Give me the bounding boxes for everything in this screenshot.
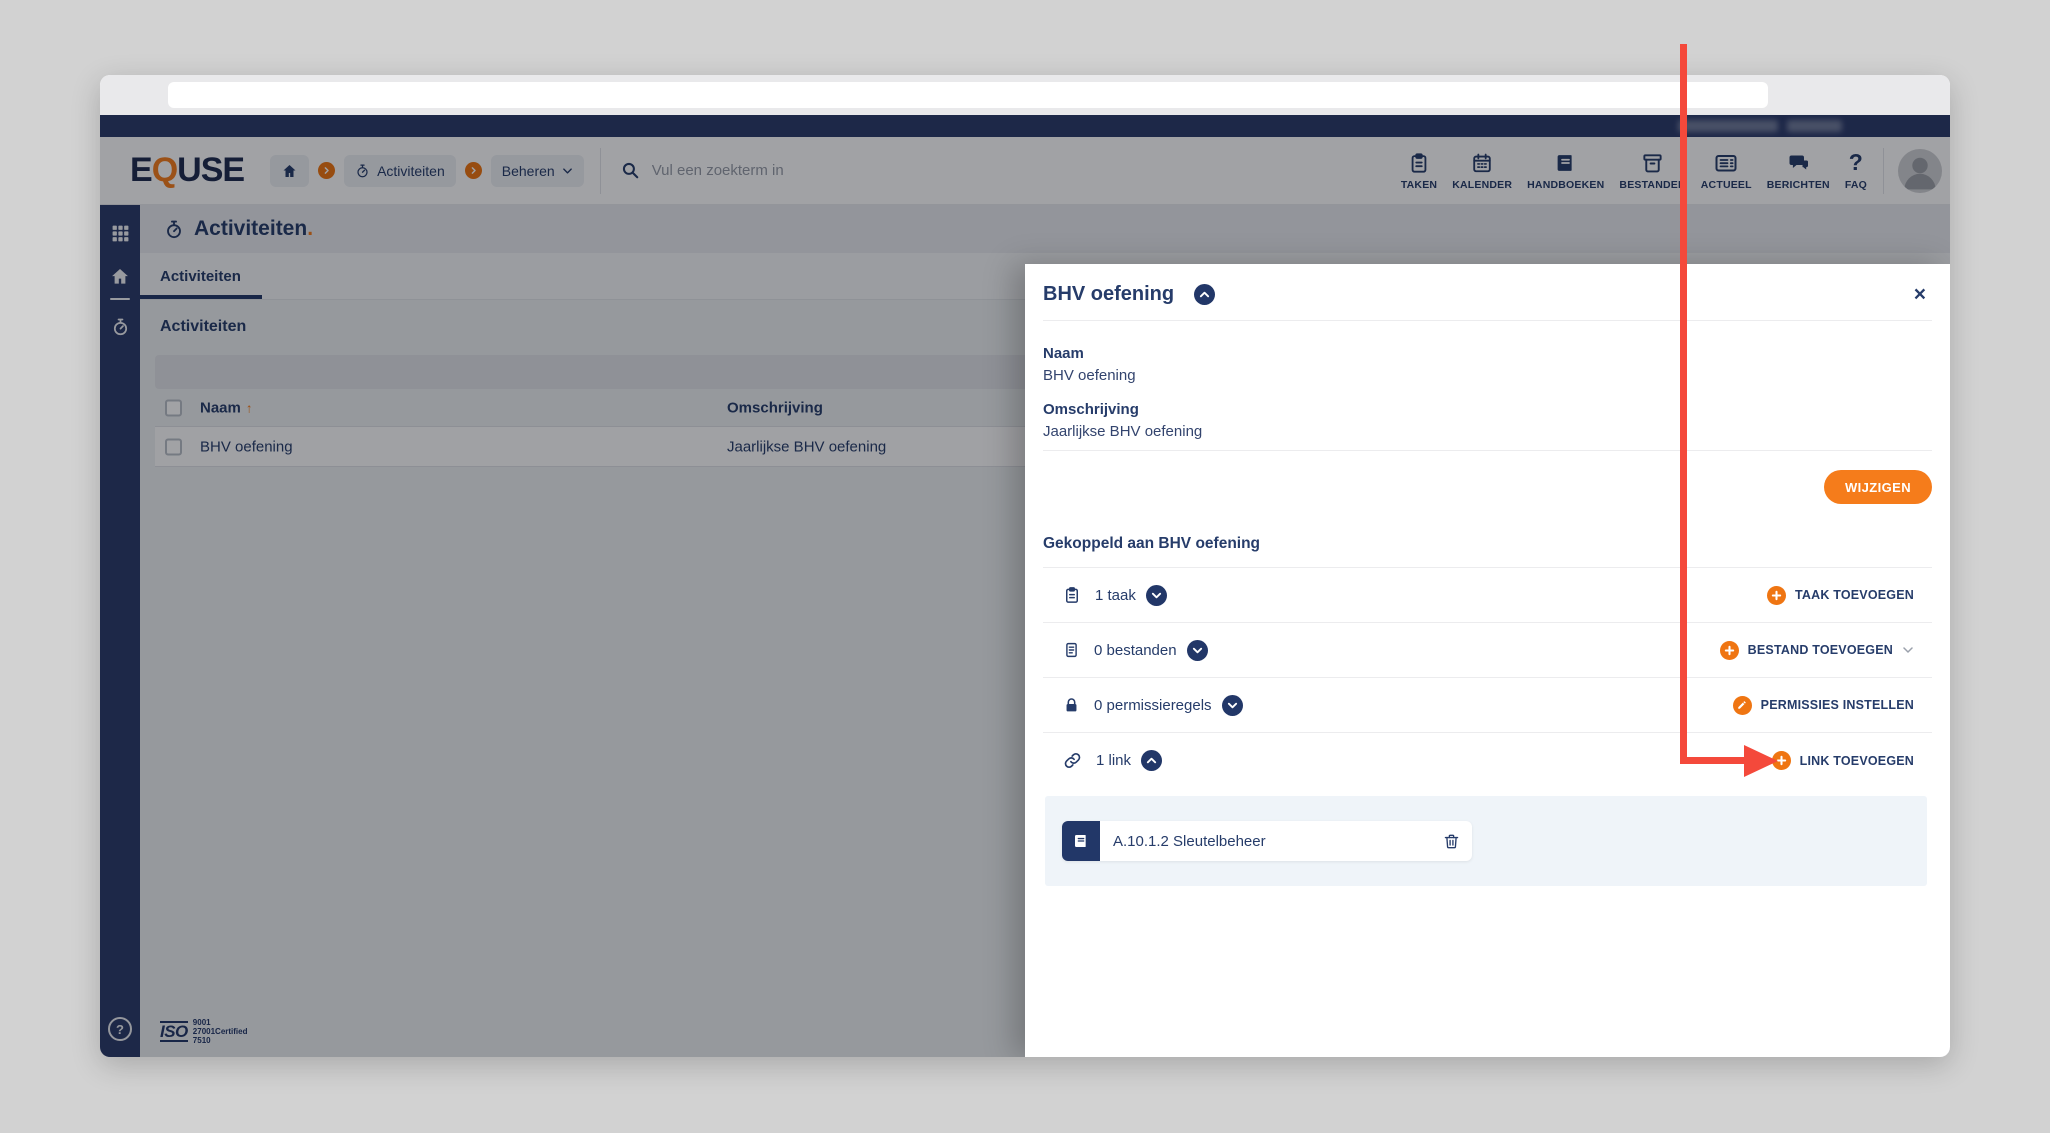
- field-label: Naam: [1043, 345, 1084, 362]
- panel-header: BHV oefening ×: [1043, 264, 1932, 306]
- field-label: Omschrijving: [1043, 401, 1139, 418]
- clipboard-icon: [1063, 585, 1081, 605]
- linked-count-label: 1 link: [1096, 752, 1132, 769]
- add-file-button[interactable]: BESTAND TOEVOEGEN: [1719, 640, 1914, 660]
- book-icon: [1062, 821, 1100, 861]
- expand-chevron-down-icon[interactable]: [1221, 694, 1243, 716]
- linked-count-label: 1 taak: [1095, 586, 1136, 604]
- chevron-down-icon: [1902, 646, 1914, 654]
- expanded-links-area: A.10.1.2 Sleutelbeheer: [1045, 796, 1927, 886]
- browser-chrome: [100, 75, 1950, 115]
- linked-count-label: 0 bestanden: [1094, 641, 1177, 659]
- lock-icon: [1063, 695, 1080, 715]
- linked-row-bestanden: 0 bestanden BESTAND TOEVOEGEN: [1043, 623, 1932, 678]
- collapse-chevron-up-icon[interactable]: [1141, 750, 1163, 771]
- field-value: BHV oefening: [1043, 367, 1136, 384]
- panel-divider: [1043, 450, 1932, 451]
- address-bar[interactable]: [168, 82, 1768, 108]
- plus-icon: [1719, 640, 1739, 660]
- plus-icon: [1766, 585, 1786, 605]
- close-icon[interactable]: ×: [1914, 284, 1926, 305]
- edit-button[interactable]: WIJZIGEN: [1823, 470, 1932, 504]
- action-label: LINK TOEVOEGEN: [1799, 753, 1914, 768]
- add-link-button[interactable]: LINK TOEVOEGEN: [1771, 751, 1914, 770]
- linked-row-permissieregels: 0 permissieregels PERMISSIES INSTELLEN: [1043, 678, 1932, 733]
- detail-panel: BHV oefening × Naam BHV oefening Omschri…: [1025, 264, 1950, 1057]
- annotation-arrow-line: [1680, 757, 1744, 764]
- panel-divider: [1043, 320, 1932, 321]
- pencil-icon: [1732, 695, 1752, 715]
- set-permissions-button[interactable]: PERMISSIES INSTELLEN: [1732, 695, 1914, 715]
- expand-chevron-down-icon[interactable]: [1145, 584, 1167, 606]
- linked-document-title: A.10.1.2 Sleutelbeheer: [1113, 832, 1266, 850]
- browser-window: E Q USE Activiteiten Beheren Vul een zoe…: [100, 75, 1950, 1057]
- panel-title: BHV oefening: [1043, 283, 1175, 305]
- linked-document-card[interactable]: A.10.1.2 Sleutelbeheer: [1062, 821, 1472, 861]
- annotation-arrow-head: [1744, 745, 1778, 777]
- expand-chevron-down-icon[interactable]: [1186, 639, 1208, 661]
- action-label: PERMISSIES INSTELLEN: [1760, 698, 1914, 712]
- action-label: TAAK TOEVOEGEN: [1794, 588, 1914, 602]
- link-icon: [1063, 751, 1082, 770]
- annotation-arrow-line: [1680, 44, 1687, 764]
- file-icon: [1063, 640, 1080, 660]
- linked-count-label: 0 permissieregels: [1094, 696, 1212, 714]
- trash-icon[interactable]: [1443, 832, 1460, 851]
- collapse-panel-button[interactable]: [1194, 284, 1216, 305]
- linked-section-heading: Gekoppeld aan BHV oefening: [1043, 535, 1261, 552]
- screenshot-stage: E Q USE Activiteiten Beheren Vul een zoe…: [0, 0, 2050, 1133]
- field-value: Jaarlijkse BHV oefening: [1043, 423, 1203, 440]
- action-label: BESTAND TOEVOEGEN: [1747, 643, 1893, 657]
- linked-row-links: 1 link LINK TOEVOEGEN: [1043, 733, 1932, 788]
- linked-row-taken: 1 taak TAAK TOEVOEGEN: [1043, 568, 1932, 623]
- app-page: E Q USE Activiteiten Beheren Vul een zoe…: [100, 115, 1950, 1057]
- add-task-button[interactable]: TAAK TOEVOEGEN: [1766, 585, 1914, 605]
- panel-actions: WIJZIGEN: [1043, 470, 1932, 504]
